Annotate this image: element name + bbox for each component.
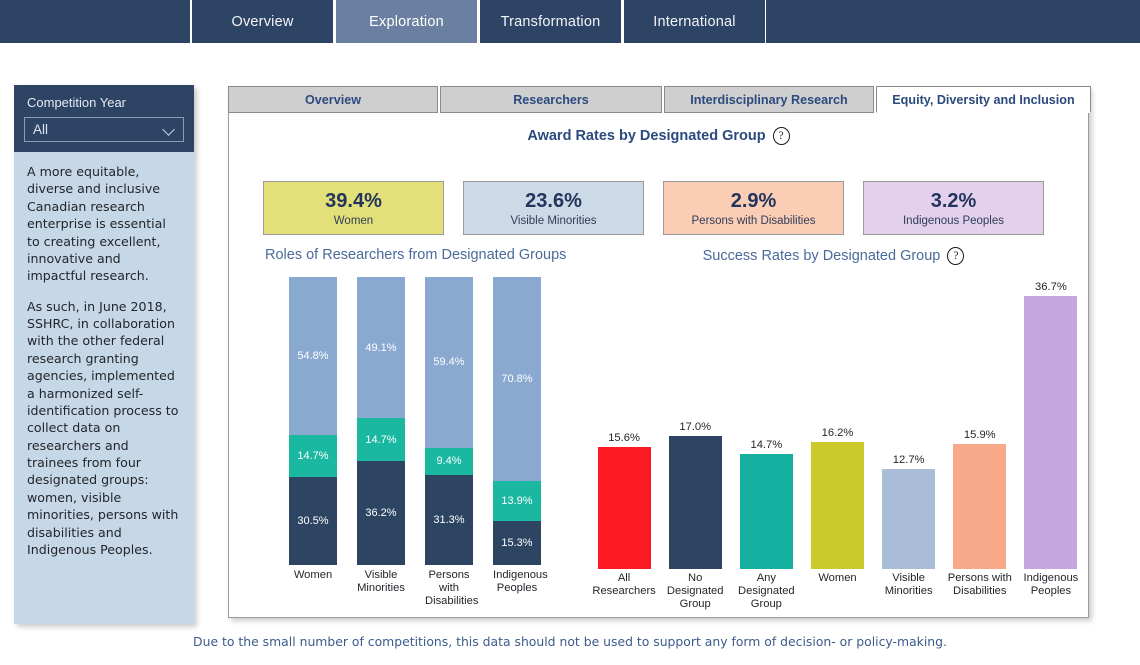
sidebar-description-panel: A more equitable, diverse and inclusive … xyxy=(14,152,194,624)
bar-indigenous-peoples[interactable] xyxy=(1024,296,1078,569)
segment-nominated-principal-investigator[interactable]: 30.5% xyxy=(289,477,337,565)
segment-co-principal-investigator[interactable]: 13.9% xyxy=(493,480,541,521)
award-rates-title: Award Rates by Designated Group ? xyxy=(229,127,1088,145)
bar-column-visible-minorities[interactable]: 12.7% xyxy=(874,281,944,569)
bar-visible-minorities[interactable] xyxy=(882,469,936,569)
bar-any-designated-group[interactable] xyxy=(739,454,793,569)
kpi-card-visible-minorities[interactable]: 23.6% Visible Minorities xyxy=(463,181,644,235)
x-label: Women xyxy=(293,569,333,581)
stacked-bar-indigenous-peoples[interactable]: 70.8% 13.9% 15.3% xyxy=(493,277,541,565)
stacked-bar-visible-minorities[interactable]: 49.1% 14.7% 36.2% xyxy=(357,277,405,565)
kpi-value: 2.9% xyxy=(730,189,777,212)
segment-co-applicant[interactable]: 70.8% xyxy=(493,277,541,481)
segment-co-applicant[interactable]: 59.4% xyxy=(425,277,473,448)
x-label: Any Designated Group xyxy=(738,572,795,611)
stacked-bars: 54.8% 14.7% 30.5% 49.1% 14.7% 36.2% 59.4… xyxy=(289,277,559,565)
bar-value-label: 16.2% xyxy=(821,427,854,439)
bar-all-researchers[interactable] xyxy=(597,447,651,569)
segment-co-principal-investigator[interactable]: 14.7% xyxy=(357,418,405,461)
top-navigation-bar: Overview Exploration Transformation Inte… xyxy=(0,0,1140,43)
bar-column-indigenous-peoples[interactable]: 36.7% xyxy=(1016,281,1086,569)
bar-value-label: 12.7% xyxy=(892,454,925,466)
stacked-chart-x-axis-labels: Women Visible Minorities Persons with Di… xyxy=(289,569,559,609)
competition-year-slicer[interactable]: Competition Year All xyxy=(14,85,194,152)
x-label: Indigenous Peoples xyxy=(493,569,548,595)
success-chart-x-axis-labels: All Researchers No Designated Group Any … xyxy=(589,572,1086,612)
sub-tab-interdisciplinary-research[interactable]: Interdisciplinary Research xyxy=(664,86,874,113)
kpi-label: Indigenous Peoples xyxy=(902,214,1005,227)
kpi-card-row: 39.4% Women 23.6% Visible Minorities 2.9… xyxy=(263,181,1063,235)
kpi-value: 23.6% xyxy=(525,189,582,212)
bar-column-any-designated-group[interactable]: 14.7% xyxy=(731,281,801,569)
sub-tab-overview[interactable]: Overview xyxy=(228,86,438,113)
competition-year-value: All xyxy=(33,122,49,137)
segment-nominated-principal-investigator[interactable]: 31.3% xyxy=(425,474,473,565)
segment-nominated-principal-investigator[interactable]: 36.2% xyxy=(357,460,405,565)
sub-tab-researchers[interactable]: Researchers xyxy=(440,86,662,113)
kpi-card-persons-with-disabilities[interactable]: 2.9% Persons with Disabilities xyxy=(663,181,844,235)
x-label: No Designated Group xyxy=(666,572,724,611)
kpi-value: 39.4% xyxy=(325,189,382,212)
panel-body: Award Rates by Designated Group ? 39.4% … xyxy=(228,113,1089,618)
disclaimer-text: Due to the small number of competitions,… xyxy=(193,634,947,649)
award-rates-title-text: Award Rates by Designated Group xyxy=(527,128,766,144)
question-mark-icon[interactable]: ? xyxy=(772,127,790,145)
stacked-bar-persons-with-disabilities[interactable]: 59.4% 9.4% 31.3% xyxy=(425,277,473,565)
bar-column-women[interactable]: 16.2% xyxy=(802,281,872,569)
kpi-label: Persons with Disabilities xyxy=(691,214,816,227)
main-content-panel: Overview Researchers Interdisciplinary R… xyxy=(228,86,1091,618)
top-tab-international[interactable]: International xyxy=(622,0,766,43)
stacked-bar-women[interactable]: 54.8% 14.7% 30.5% xyxy=(289,277,337,565)
kpi-label: Women xyxy=(333,214,374,227)
sidebar-paragraph-2: As such, in June 2018, SSHRC, in collabo… xyxy=(27,298,179,557)
x-label: Persons with Disabilities xyxy=(947,572,1012,598)
question-mark-icon[interactable]: ? xyxy=(947,247,965,265)
sub-tab-bar: Overview Researchers Interdisciplinary R… xyxy=(228,86,1091,113)
bar-value-label: 15.9% xyxy=(963,429,996,441)
sidebar-paragraph-1: A more equitable, diverse and inclusive … xyxy=(27,164,166,284)
bar-column-persons-with-disabilities[interactable]: 15.9% xyxy=(945,281,1015,569)
success-rates-title-text: Success Rates by Designated Group xyxy=(702,248,941,264)
x-label: Visible Minorities xyxy=(884,572,933,598)
competition-year-dropdown[interactable]: All xyxy=(24,117,184,142)
x-label: Women xyxy=(818,572,857,584)
success-rates-chart: Success Rates by Designated Group ? 15.6… xyxy=(581,247,1086,612)
roles-chart-title: Roles of Researchers from Designated Gro… xyxy=(247,247,592,263)
chevron-down-icon[interactable] xyxy=(163,123,176,136)
segment-co-applicant[interactable]: 49.1% xyxy=(357,277,405,419)
segment-co-principal-investigator[interactable]: 14.7% xyxy=(289,434,337,478)
bar-value-label: 17.0% xyxy=(679,421,712,433)
kpi-value: 3.2% xyxy=(930,189,977,212)
top-tab-overview[interactable]: Overview xyxy=(190,0,334,43)
success-rates-title: Success Rates by Designated Group ? xyxy=(581,247,1086,265)
top-tab-transformation[interactable]: Transformation xyxy=(478,0,622,43)
x-label: Indigenous Peoples xyxy=(1023,572,1079,598)
x-label: Persons with Disabilities xyxy=(425,569,479,608)
bar-column-no-designated-group[interactable]: 17.0% xyxy=(660,281,730,569)
segment-co-principal-investigator[interactable]: 9.4% xyxy=(425,447,473,475)
top-tab-exploration[interactable]: Exploration xyxy=(334,0,478,43)
slicer-title: Competition Year xyxy=(27,95,127,110)
success-rate-bars: 15.6% 17.0% 14.7% 16.2% 12.7% 15.9% 36.7… xyxy=(589,281,1086,569)
bar-value-label: 15.6% xyxy=(608,432,640,444)
x-label: Visible Minorities xyxy=(357,569,405,595)
kpi-label: Visible Minorities xyxy=(510,214,597,227)
bar-women[interactable] xyxy=(810,442,864,569)
kpi-card-indigenous-peoples[interactable]: 3.2% Indigenous Peoples xyxy=(863,181,1044,235)
segment-co-applicant[interactable]: 54.8% xyxy=(289,277,337,435)
bar-column-all-researchers[interactable]: 15.6% xyxy=(589,281,659,569)
bar-persons-with-disabilities[interactable] xyxy=(953,444,1007,569)
sub-tab-equity-diversity-and-inclusion[interactable]: Equity, Diversity and Inclusion xyxy=(876,86,1091,113)
segment-nominated-principal-investigator[interactable]: 15.3% xyxy=(493,520,541,565)
x-label: All Researchers xyxy=(592,572,656,598)
bar-no-designated-group[interactable] xyxy=(668,436,722,569)
kpi-card-women[interactable]: 39.4% Women xyxy=(263,181,444,235)
roles-of-researchers-chart: Roles of Researchers from Designated Gro… xyxy=(247,247,592,609)
roles-chart-title-text: Roles of Researchers from Designated Gro… xyxy=(265,247,567,263)
top-navigation-tabs: Overview Exploration Transformation Inte… xyxy=(190,0,766,43)
bar-value-label: 36.7% xyxy=(1035,281,1067,293)
bar-value-label: 14.7% xyxy=(750,439,783,451)
